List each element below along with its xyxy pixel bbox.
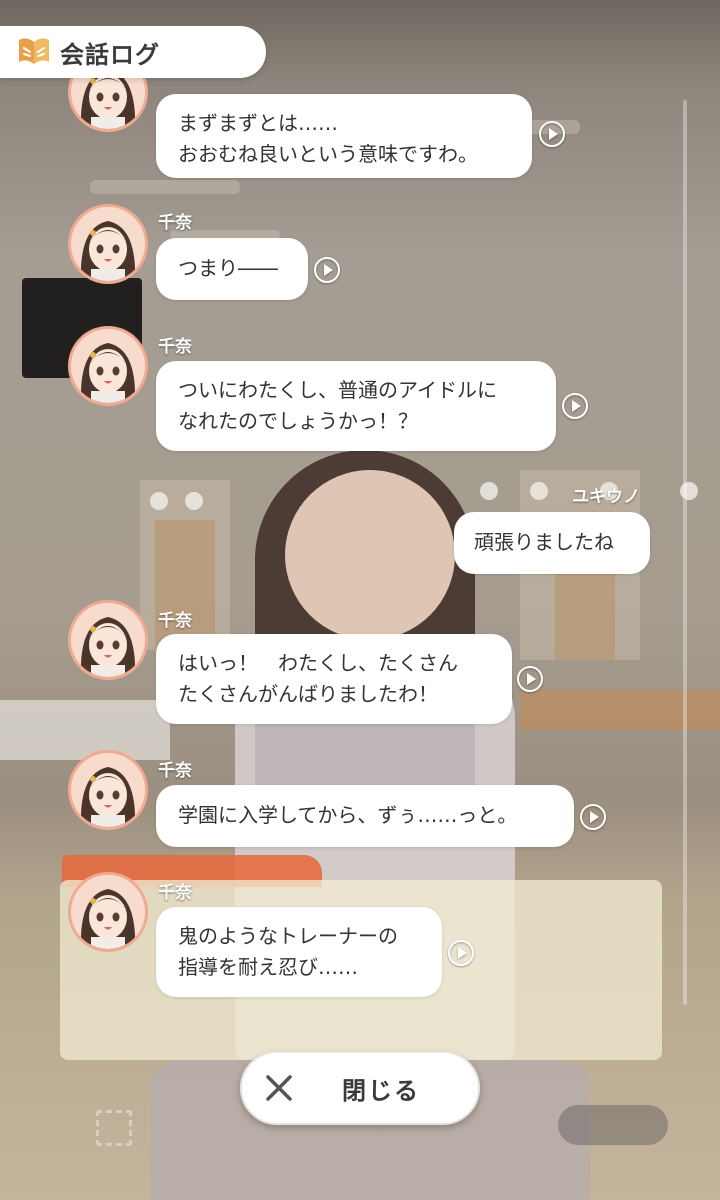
- voice-play-icon[interactable]: [580, 804, 606, 830]
- voice-play-icon[interactable]: [539, 121, 565, 147]
- speaker-avatar: [68, 204, 148, 284]
- voice-play-icon[interactable]: [562, 393, 588, 419]
- close-button[interactable]: 閉じる: [240, 1051, 480, 1125]
- voice-play-icon[interactable]: [314, 257, 340, 283]
- message-bubble: 鬼のようなトレーナーの 指導を耐え忍び……: [156, 907, 442, 997]
- message-bubble: ついにわたくし、普通のアイドルに なれたのでしょうかっ！？: [156, 361, 556, 451]
- speaker-avatar: [68, 600, 148, 680]
- speaker-name: 千奈: [158, 611, 192, 631]
- voice-play-icon[interactable]: [517, 666, 543, 692]
- speaker-name: 千奈: [158, 883, 192, 903]
- chinatsu-portrait-icon: [71, 753, 145, 827]
- chinatsu-portrait-icon: [71, 207, 145, 281]
- message-bubble: まずまずとは…… おおむね良いという意味ですわ。: [156, 94, 532, 178]
- voice-play-icon[interactable]: [448, 940, 474, 966]
- speaker-name: 千奈: [158, 213, 192, 233]
- chinatsu-portrait-icon: [71, 603, 145, 677]
- speaker-avatar: [68, 750, 148, 830]
- book-leaf-icon: [19, 38, 49, 64]
- speaker-avatar: [68, 326, 148, 406]
- chinatsu-portrait-icon: [71, 329, 145, 403]
- speaker-name: 千奈: [158, 761, 192, 781]
- log-header: 会話ログ: [0, 26, 266, 78]
- message-bubble: 学園に入学してから、ずぅ……っと。: [156, 785, 574, 847]
- close-button-label: 閉じる: [342, 1077, 420, 1105]
- message-bubble: 頑張りましたね: [454, 512, 650, 574]
- close-x-icon: [266, 1075, 292, 1101]
- chinatsu-portrait-icon: [71, 875, 145, 949]
- conversation-log-screen: まずまずとは…… おおむね良いという意味ですわ。 千奈 つまり―― 千奈 ついに…: [0, 0, 720, 1200]
- message-bubble: つまり――: [156, 238, 308, 300]
- speaker-avatar: [68, 872, 148, 952]
- message-bubble: はいっ！ わたくし、たくさん たくさんがんばりましたわ！: [156, 634, 512, 724]
- speaker-name: 千奈: [158, 337, 192, 357]
- conversation-log-list[interactable]: まずまずとは…… おおむね良いという意味ですわ。 千奈 つまり―― 千奈 ついに…: [0, 0, 720, 1040]
- speaker-name: ユキウノ: [572, 487, 640, 507]
- page-title: 会話ログ: [60, 40, 160, 69]
